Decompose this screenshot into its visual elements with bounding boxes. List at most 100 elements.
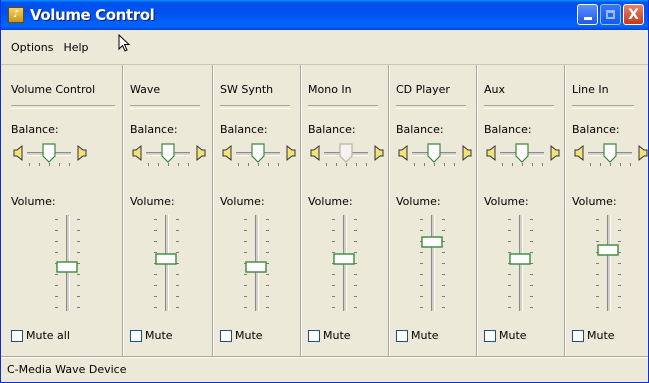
volume-ticks-left [420, 219, 424, 308]
volume-label: Volume: [130, 195, 175, 208]
column-title: Wave [130, 83, 161, 96]
volume-label: Volume: [11, 195, 56, 208]
column-title: Volume Control [11, 83, 96, 96]
volume-slider[interactable] [152, 215, 192, 311]
volume-ticks-right [618, 219, 622, 308]
speaker-app-icon: ♪ [8, 7, 24, 23]
speaker-left-icon [132, 144, 144, 164]
volume-slider[interactable] [418, 215, 458, 311]
speaker-right-icon [548, 144, 560, 164]
balance-label: Balance: [308, 123, 356, 136]
checkbox-box[interactable] [396, 329, 408, 342]
window-title: Volume Control [30, 6, 155, 24]
mute-checkbox[interactable]: Mute [396, 329, 439, 342]
volume-thumb[interactable] [155, 253, 177, 268]
balance-thumb[interactable] [427, 143, 441, 166]
volume-thumb[interactable] [245, 261, 267, 276]
speaker-right-icon [75, 144, 87, 164]
column-divider [396, 105, 466, 109]
mixer-column-wave: Wave Balance: Volume: Mute [123, 65, 207, 357]
balance-slider[interactable] [222, 141, 302, 171]
volume-slider[interactable] [242, 215, 282, 311]
menu-options[interactable]: Options [11, 41, 53, 54]
volume-slider[interactable] [594, 215, 634, 311]
mixer-column-volume-control: Volume Control Balance: Volume: Mute all [11, 65, 123, 357]
speaker-left-icon [486, 144, 498, 164]
mute-checkbox[interactable]: Mute [130, 329, 173, 342]
close-button[interactable]: X [623, 4, 644, 25]
maximize-icon [606, 10, 615, 19]
close-icon: X [628, 6, 639, 23]
maximize-button[interactable] [600, 4, 621, 25]
title-bar[interactable]: ♪ Volume Control X [1, 0, 648, 30]
mixer-column-sw-synth: SW Synth Balance: Volume: Mute [213, 65, 297, 357]
column-divider [308, 105, 378, 109]
column-title: Mono In [308, 83, 352, 96]
balance-thumb[interactable] [339, 143, 353, 166]
mute-checkbox[interactable]: Mute [572, 329, 615, 342]
balance-thumb[interactable] [161, 143, 175, 166]
volume-thumb[interactable] [333, 253, 355, 268]
menu-help[interactable]: Help [63, 41, 88, 54]
volume-slider[interactable] [330, 215, 370, 311]
minimize-icon [583, 17, 592, 20]
balance-slider[interactable] [13, 141, 93, 171]
volume-label: Volume: [396, 195, 441, 208]
balance-slider[interactable] [398, 141, 478, 171]
checkbox-box[interactable] [11, 329, 23, 342]
volume-track [431, 215, 435, 311]
mute-label: Mute [587, 329, 615, 342]
mouse-pointer-icon [118, 34, 131, 52]
volume-ticks-right [442, 219, 446, 308]
speaker-left-icon [222, 144, 234, 164]
balance-slider[interactable] [310, 141, 390, 171]
volume-thumb[interactable] [597, 244, 619, 259]
mixer-column-mono-in: Mono In Balance: Volume: Mute [301, 65, 385, 357]
balance-label: Balance: [572, 123, 620, 136]
speaker-right-icon [636, 144, 648, 164]
balance-thumb[interactable] [42, 143, 56, 166]
volume-label: Volume: [572, 195, 617, 208]
checkbox-box[interactable] [220, 329, 232, 342]
volume-ticks-left [596, 219, 600, 308]
column-title: Line In [572, 83, 609, 96]
column-title: Aux [484, 83, 506, 96]
mixer-column-cd-player: CD Player Balance: Volume: Mute [389, 65, 473, 357]
balance-slider[interactable] [132, 141, 212, 171]
checkbox-box[interactable] [572, 329, 584, 342]
balance-slider[interactable] [486, 141, 566, 171]
minimize-button[interactable] [577, 4, 598, 25]
volume-thumb[interactable] [56, 261, 78, 276]
mute-checkbox[interactable]: Mute [308, 329, 351, 342]
balance-thumb[interactable] [251, 143, 265, 166]
balance-label: Balance: [11, 123, 59, 136]
mute-checkbox[interactable]: Mute [484, 329, 527, 342]
balance-thumb[interactable] [515, 143, 529, 166]
checkbox-box[interactable] [484, 329, 496, 342]
checkbox-box[interactable] [308, 329, 320, 342]
column-divider [220, 105, 290, 109]
column-title: CD Player [396, 83, 450, 96]
speaker-left-icon [310, 144, 322, 164]
balance-label: Balance: [484, 123, 532, 136]
balance-slider[interactable] [574, 141, 649, 171]
mixer-column-line-in: Line In Balance: Volume: Mute [565, 65, 648, 357]
speaker-right-icon [284, 144, 296, 164]
volume-slider[interactable] [506, 215, 546, 311]
volume-thumb[interactable] [509, 253, 531, 268]
mixer-columns: Volume Control Balance: Volume: Mute all Wav… [1, 65, 648, 357]
volume-thumb[interactable] [421, 236, 443, 251]
speaker-right-icon [372, 144, 384, 164]
speaker-left-icon [574, 144, 586, 164]
checkbox-box[interactable] [130, 329, 142, 342]
column-divider [11, 105, 115, 109]
column-divider [130, 105, 200, 109]
mute-all-checkbox[interactable]: Mute all [11, 329, 70, 342]
volume-slider[interactable] [53, 215, 93, 311]
mute-label: Mute [235, 329, 263, 342]
mute-checkbox[interactable]: Mute [220, 329, 263, 342]
mute-label: Mute all [26, 329, 70, 342]
balance-thumb[interactable] [603, 143, 617, 166]
status-text: C-Media Wave Device [7, 363, 127, 376]
mute-label: Mute [145, 329, 173, 342]
